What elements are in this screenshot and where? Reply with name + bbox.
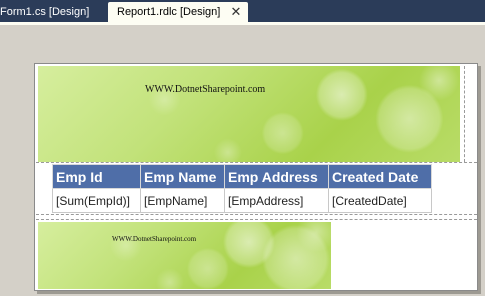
page-body-right-edge[interactable] <box>464 66 465 162</box>
cell-emp-address-expression[interactable]: [EmpAddress] <box>224 188 329 213</box>
body-separator[interactable] <box>36 214 477 215</box>
tablix-header-row: Emp Id Emp Name Emp Address Created Date <box>52 164 432 189</box>
cell-emp-id-expression[interactable]: [Sum(EmpId)] <box>52 188 141 213</box>
tab-report1-design[interactable]: Report1.rdlc [Design] ✕ <box>108 2 248 22</box>
report-tablix[interactable]: Emp Id Emp Name Emp Address Created Date… <box>52 164 432 213</box>
column-header-emp-address[interactable]: Emp Address <box>224 164 329 189</box>
footer-separator[interactable] <box>36 219 477 220</box>
tablix-detail-row: [Sum(EmpId)] [EmpName] [EmpAddress] [Cre… <box>52 188 432 213</box>
cell-created-date-expression[interactable]: [CreatedDate] <box>328 188 432 213</box>
tab-active-underline <box>0 22 485 25</box>
column-header-created-date[interactable]: Created Date <box>328 164 432 189</box>
header-banner-text: WWW.DotnetSharepoint.com <box>145 84 266 95</box>
surface-shadow-right <box>478 66 481 294</box>
footer-banner-text: WWW.DotnetSharepoint.com <box>112 235 197 243</box>
tab-label: Report1.rdlc [Design] <box>117 6 221 18</box>
column-header-emp-id[interactable]: Emp Id <box>52 164 141 189</box>
surface-shadow-bottom <box>37 291 481 294</box>
close-icon[interactable]: ✕ <box>230 2 242 22</box>
header-separator[interactable] <box>36 162 477 163</box>
column-header-emp-name[interactable]: Emp Name <box>140 164 225 189</box>
cell-emp-name-expression[interactable]: [EmpName] <box>140 188 225 213</box>
tab-form1-design[interactable]: Form1.cs [Design] <box>0 2 102 22</box>
document-tab-strip: Form1.cs [Design] Report1.rdlc [Design] … <box>0 0 485 23</box>
page-footer-image[interactable] <box>38 222 331 289</box>
page-header-image[interactable] <box>38 66 460 162</box>
